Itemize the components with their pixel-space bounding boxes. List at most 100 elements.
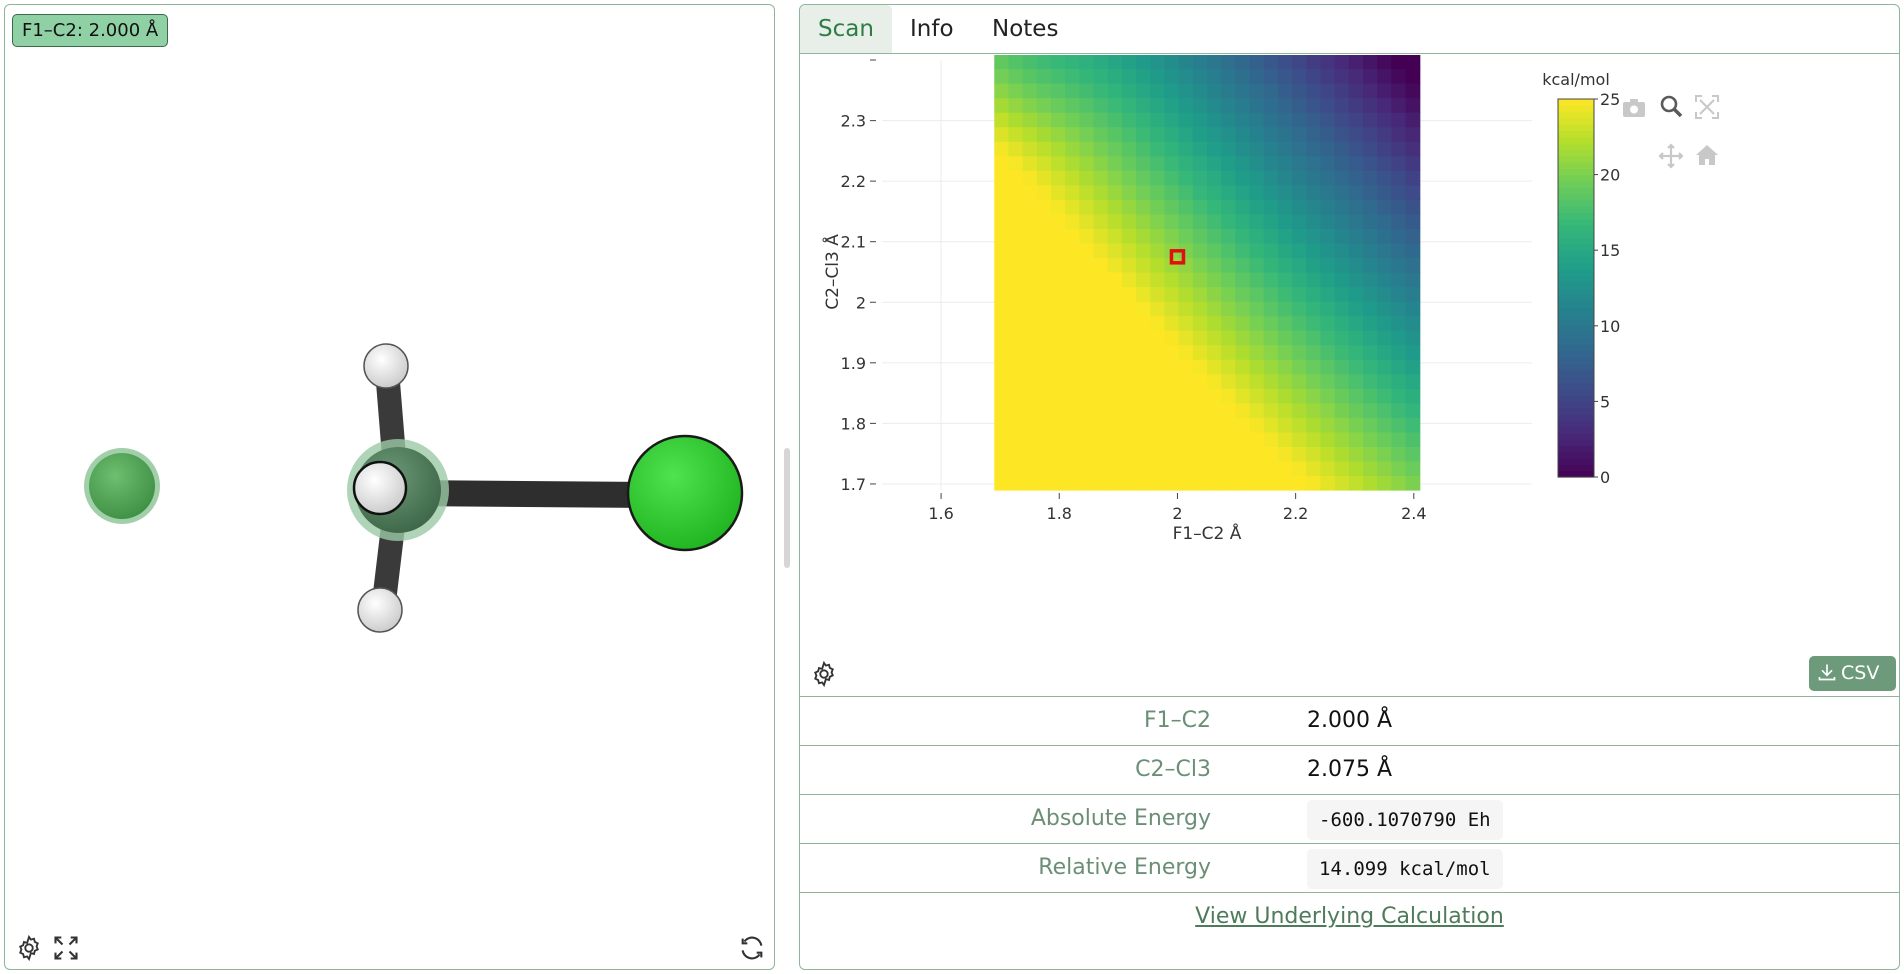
heatmap-cell	[1306, 112, 1322, 128]
molecule-canvas[interactable]	[5, 5, 775, 970]
heatmap-cell	[1150, 242, 1166, 259]
heatmap-cell	[1079, 373, 1095, 389]
heatmap-cell	[1178, 83, 1194, 99]
heatmap-cell	[1136, 97, 1151, 113]
heatmap-cell	[1207, 402, 1222, 418]
pan-icon[interactable]	[1658, 143, 1684, 169]
heatmap-cell	[1363, 170, 1378, 186]
detail-value: 2.000 Å	[1307, 708, 1393, 733]
heatmap-cell	[1405, 446, 1421, 462]
heatmap-cell	[1192, 460, 1208, 477]
heatmap-cell	[1121, 373, 1137, 389]
heatmap-cell	[1093, 126, 1109, 142]
heatmap-cell	[1235, 330, 1251, 346]
tab-scan[interactable]: Scan	[800, 5, 892, 53]
colorbar-segment	[1558, 363, 1594, 371]
heatmap-cell	[1164, 155, 1180, 171]
heatmap-cell	[1178, 126, 1194, 142]
heatmap-cell	[1334, 126, 1350, 142]
heatmap-cell	[1306, 68, 1322, 84]
gear-icon[interactable]	[15, 934, 43, 962]
view-underlying-calculation-link[interactable]: View Underlying Calculation	[1195, 904, 1504, 929]
heatmap-cell	[994, 242, 1010, 259]
heatmap-cell	[1405, 68, 1421, 84]
panel-splitter[interactable]	[784, 448, 790, 568]
heatmap-cell	[1334, 155, 1350, 171]
heatmap-cell	[1292, 402, 1307, 418]
heatmap-cell	[1107, 55, 1123, 70]
home-icon[interactable]	[1696, 145, 1718, 165]
plot-settings-icon[interactable]	[810, 660, 838, 688]
heatmap-cell	[1164, 373, 1180, 389]
heatmap-cell	[1192, 359, 1208, 375]
heatmap-cell	[1051, 170, 1066, 186]
tab-notes[interactable]: Notes	[974, 5, 1076, 53]
csv-download-button[interactable]: CSV	[1809, 656, 1896, 691]
molecule-viewer[interactable]: F1–C2: 2.000 Å	[4, 4, 775, 970]
fullscreen-icon[interactable]	[52, 934, 80, 962]
heatmap-cell	[1334, 257, 1350, 273]
heatmap-cell	[994, 344, 1010, 360]
zoom-icon[interactable]	[1660, 95, 1683, 118]
heatmap-cell	[1079, 170, 1095, 186]
heatmap-cell	[1079, 141, 1095, 157]
heatmap-cell	[994, 97, 1010, 113]
heatmap-cell	[1164, 344, 1180, 360]
tab-info[interactable]: Info	[892, 5, 972, 53]
heatmap-cell	[1263, 359, 1279, 375]
heatmap-cell	[1320, 112, 1336, 128]
heatmap-cell	[1363, 373, 1378, 389]
heatmap-cell	[1235, 388, 1251, 404]
heatmap-cell	[1263, 344, 1279, 360]
heatmap-cell	[1391, 460, 1407, 477]
atom-h-top	[363, 343, 409, 389]
heatmap-cell	[1065, 83, 1080, 99]
heatmap-cell	[1334, 315, 1350, 331]
heatmap-cell	[1036, 213, 1052, 229]
autoscale-icon[interactable]	[1695, 95, 1719, 119]
heatmap-cell	[1320, 417, 1336, 433]
heatmap-cell	[1079, 55, 1095, 70]
heatmap-cell	[1207, 228, 1222, 244]
heatmap-cell	[1292, 359, 1307, 375]
heatmap-cell	[1065, 315, 1080, 331]
rotate-icon[interactable]	[738, 934, 766, 962]
heatmap-cell	[994, 257, 1010, 273]
heatmap-cell	[1235, 184, 1251, 200]
heatmap-cell	[1263, 83, 1279, 99]
heatmap-cell	[1065, 330, 1080, 346]
heatmap-cell	[1022, 475, 1038, 491]
heatmap-cell	[1277, 446, 1293, 462]
camera-icon[interactable]	[1623, 99, 1645, 117]
heatmap-cell	[1079, 286, 1095, 302]
heatmap-cell	[1320, 301, 1336, 317]
heatmap-cell	[1334, 301, 1350, 317]
heatmap-cell	[1363, 460, 1378, 477]
heatmap-cell	[1079, 344, 1095, 360]
heatmap-cell	[1136, 242, 1151, 259]
heatmap-cell	[1405, 126, 1421, 142]
heatmap-cell	[1320, 242, 1336, 259]
colorbar-segment	[1558, 319, 1594, 327]
heatmap-cell	[1377, 344, 1392, 360]
heatmap-cell	[1107, 388, 1123, 404]
heatmap-cell	[1022, 271, 1038, 288]
x-tick-label: 2.4	[1401, 504, 1426, 523]
colorbar-segment	[1558, 464, 1594, 472]
heatmap-cell	[1348, 431, 1364, 447]
energy-heatmap[interactable]: 1.6 1.8 2 2.2 2.4 1.7 1.8 1.9 2 2.1 2.2 2.3 F1–C2 …	[800, 55, 1899, 655]
heatmap-cell	[1121, 388, 1137, 404]
colorbar-segment	[1558, 225, 1594, 232]
heatmap-cell	[1306, 286, 1322, 302]
heatmap-cell	[1348, 330, 1364, 346]
colorbar-segment	[1558, 187, 1594, 195]
heatmap-cell	[1221, 141, 1236, 157]
heatmap-cell	[1249, 330, 1265, 346]
heatmap-cell	[1093, 155, 1109, 171]
heatmap-cell	[1051, 242, 1066, 259]
heatmap-cell	[1121, 184, 1137, 200]
heatmap-cell	[1008, 126, 1024, 142]
detail-row-f1-c2: F1–C2 2.000 Å	[800, 697, 1899, 746]
heatmap-cell	[1150, 68, 1166, 84]
heatmap-cell	[1093, 475, 1109, 491]
